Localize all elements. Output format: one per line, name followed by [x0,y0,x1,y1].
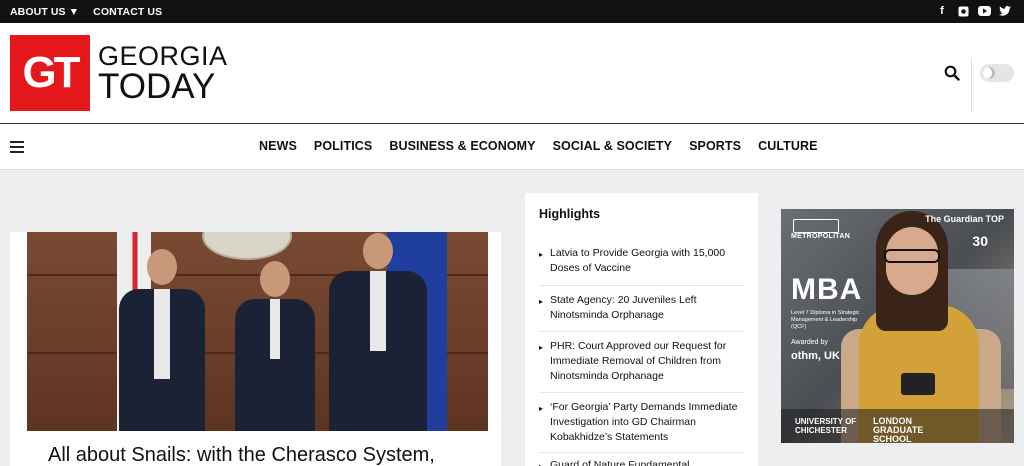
logo-text[interactable]: GEORGIA TODAY [98,41,228,106]
caret-right-icon: ▸ [539,462,543,466]
person-left [119,249,205,431]
ad-mba: MBA [791,273,863,306]
ad-awarded: Awarded by [791,339,828,346]
highlight-text: ‘For Georgia’ Party Demands Immediate In… [550,401,738,443]
nav-item-sports[interactable]: SPORTS [689,139,741,153]
ad-guardian: The Guardian TOP [925,214,1004,224]
caret-right-icon: ▸ [539,404,544,413]
shirt [154,289,170,379]
shirt [270,299,280,359]
highlight-text: Latvia to Provide Georgia with 15,000 Do… [550,247,726,274]
instagram-icon[interactable] [956,4,970,18]
site-header: GT GEORGIA TODAY [0,23,1024,123]
logo-mark-text: GT [22,48,80,97]
logo-line-2: TODAY [98,67,216,106]
ad-subtitle: Level 7 Diploma in Strategic Management … [791,310,860,330]
caret-right-icon: ▸ [539,343,544,352]
contact-us-link[interactable]: CONTACT US [93,6,162,18]
nav-item-politics[interactable]: POLITICS [314,139,372,153]
metropolitan-logo-icon [793,219,839,233]
highlight-item[interactable]: ▸ ‘For Georgia’ Party Demands Immediate … [539,392,744,452]
person-middle [235,261,315,431]
caret-right-icon: ▸ [539,297,544,306]
nav-item-news[interactable]: NEWS [259,139,297,153]
head [363,233,393,269]
nav-item-culture[interactable]: CULTURE [758,139,818,153]
nav-item-business-economy[interactable]: BUSINESS & ECONOMY [389,139,535,153]
header-divider [971,59,972,113]
head [147,249,177,285]
shirt [370,271,386,351]
highlight-text: PHR: Court Approved our Request for Imme… [550,340,727,382]
main-nav: NEWS POLITICS BUSINESS & ECONOMY SOCIAL … [0,124,1024,170]
about-us-link[interactable]: ABOUT US ▼ [10,6,79,18]
search-icon[interactable] [944,65,960,81]
moon-icon [983,67,995,79]
wall-emblem [202,232,292,260]
ad-thirty: 30 [972,233,988,249]
highlight-text: Guard of Nature Fundamental... [550,459,699,466]
head [260,261,290,297]
mba-advertisement[interactable]: METROPOLITAN The Guardian TOP 30 MBA Lev… [781,209,1014,443]
dark-mode-toggle[interactable] [980,64,1014,82]
article-headline[interactable]: All about Snails: with the Cherasco Syst… [48,444,435,466]
chevron-down-icon: ▼ [68,5,80,18]
nav-item-social-society[interactable]: SOCIAL & SOCIETY [553,139,672,153]
ad-london: LONDON GRADUATE SCHOOL [873,416,924,444]
phone [901,373,935,395]
main-menu: NEWS POLITICS BUSINESS & ECONOMY SOCIAL … [259,139,818,153]
ad-chichester: UNIVERSITY OF CHICHESTER [795,417,857,435]
logo-mark[interactable]: GT [10,35,90,111]
ad-metropolitan: METROPOLITAN [791,233,851,240]
glasses [884,249,940,263]
twitter-icon[interactable] [998,4,1012,18]
top-nav: ABOUT US ▼ CONTACT US [10,6,162,18]
highlights-title: Highlights [539,207,601,221]
highlight-item[interactable]: ▸ State Agency: 20 Juveniles Left Ninots… [539,285,744,331]
youtube-icon[interactable] [977,4,991,18]
about-us-label: ABOUT US [10,5,66,18]
highlights-widget: Highlights ▸ Latvia to Provide Georgia w… [525,193,758,466]
article-photo[interactable] [27,232,488,431]
person-right [329,233,427,431]
highlight-text: State Agency: 20 Juveniles Left Ninotsmi… [550,294,697,321]
top-bar: ABOUT US ▼ CONTACT US f [0,0,1024,23]
ad-othm: othm, UK [791,350,840,362]
highlight-item[interactable]: ▸ PHR: Court Approved our Request for Im… [539,331,744,392]
logo-line-1: GEORGIA [98,41,228,71]
highlight-item[interactable]: ▸ Latvia to Provide Georgia with 15,000 … [539,239,744,285]
social-icons: f [935,4,1012,18]
caret-right-icon: ▸ [539,250,544,259]
featured-article[interactable]: All about Snails: with the Cherasco Syst… [10,232,501,466]
facebook-icon[interactable]: f [935,4,949,18]
highlight-item[interactable]: ▸ Guard of Nature Fundamental... [539,452,744,466]
hamburger-menu-icon[interactable] [10,141,24,153]
